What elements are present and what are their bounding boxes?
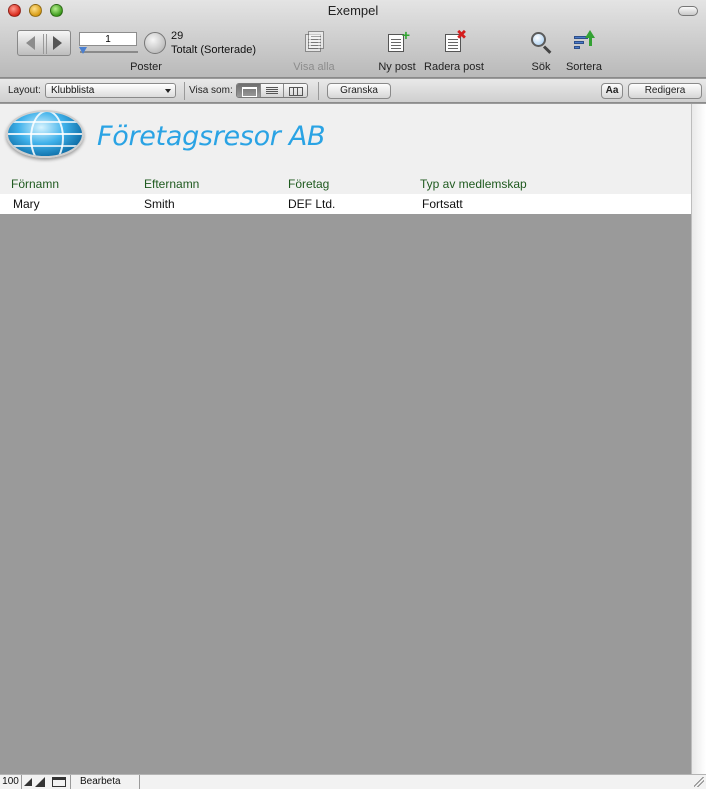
company-field[interactable]: DEF Ltd. bbox=[288, 197, 335, 211]
app-window: Exempel 29 Totalt (Sorterade) Poster Vis… bbox=[0, 0, 706, 789]
layout-bar: Layout: Klubblista Visa som: Granska Aa … bbox=[0, 79, 706, 103]
record-count: 29 bbox=[171, 30, 184, 42]
table-row[interactable]: Mary Smith DEF Ltd. Fortsatt bbox=[0, 194, 691, 214]
sort-status: Totalt (Sorterade) bbox=[171, 44, 256, 56]
window-title: Exempel bbox=[327, 3, 379, 18]
text-format-button[interactable]: Aa bbox=[601, 83, 623, 99]
next-record-icon[interactable] bbox=[53, 36, 62, 50]
toolbar: Exempel 29 Totalt (Sorterade) Poster Vis… bbox=[0, 0, 706, 78]
find-button[interactable]: Sök bbox=[527, 30, 555, 73]
mode-popup[interactable]: Bearbeta bbox=[70, 775, 140, 789]
layout-header: Företagsresor AB Förnamn Efternamn Föret… bbox=[0, 104, 691, 194]
zoom-in-icon[interactable] bbox=[35, 777, 45, 787]
record-slider-thumb[interactable] bbox=[79, 47, 87, 54]
view-mode-segmented-control[interactable] bbox=[236, 83, 308, 98]
zoom-out-icon[interactable] bbox=[24, 778, 32, 786]
delete-record-label: Radera post bbox=[424, 61, 484, 73]
column-header-last-name: Efternamn bbox=[144, 177, 200, 191]
book-spine-icon bbox=[43, 34, 47, 54]
new-record-label: Ny post bbox=[378, 61, 416, 73]
record-number-input[interactable] bbox=[79, 32, 137, 46]
record-book-navigator[interactable] bbox=[17, 30, 71, 56]
show-all-button[interactable]: Visa alla bbox=[290, 30, 338, 73]
divider bbox=[318, 82, 319, 100]
show-all-label: Visa alla bbox=[293, 61, 335, 73]
status-bar: 100 Bearbeta bbox=[0, 774, 706, 789]
toolbar-toggle-button[interactable] bbox=[678, 6, 698, 16]
company-title: Företagsresor AB bbox=[97, 121, 326, 152]
view-as-table-button[interactable] bbox=[284, 84, 307, 97]
last-name-field[interactable]: Smith bbox=[144, 197, 175, 211]
column-header-company: Företag bbox=[288, 177, 330, 191]
divider bbox=[184, 82, 185, 100]
search-icon bbox=[528, 30, 554, 56]
records-label: Poster bbox=[130, 61, 162, 73]
preview-button[interactable]: Granska bbox=[327, 83, 391, 99]
layout-select[interactable]: Klubblista bbox=[45, 83, 176, 98]
column-header-first-name: Förnamn bbox=[11, 177, 60, 191]
edit-layout-button[interactable]: Redigera bbox=[628, 83, 702, 99]
view-as-list-button[interactable] bbox=[260, 84, 285, 97]
layout-content-area: Företagsresor AB Förnamn Efternamn Föret… bbox=[0, 104, 691, 774]
resize-grip-icon[interactable] bbox=[694, 777, 704, 787]
vertical-scrollbar[interactable] bbox=[691, 104, 706, 774]
view-as-label: Visa som: bbox=[189, 85, 233, 96]
new-record-button[interactable]: + Ny post bbox=[374, 28, 420, 73]
new-record-icon: + bbox=[384, 28, 410, 56]
found-set-pie-icon bbox=[144, 32, 166, 54]
first-name-field[interactable]: Mary bbox=[13, 197, 40, 211]
find-label: Sök bbox=[531, 61, 551, 73]
layout-label: Layout: bbox=[8, 85, 41, 96]
status-toolbar-toggle-icon[interactable] bbox=[52, 777, 66, 787]
record-slider[interactable] bbox=[80, 51, 138, 53]
delete-record-button[interactable]: ✖ Radera post bbox=[423, 28, 485, 74]
column-header-membership: Typ av medlemskap bbox=[420, 177, 527, 191]
chevron-down-icon bbox=[165, 89, 171, 93]
sort-label: Sortera bbox=[565, 61, 603, 73]
globe-logo-icon bbox=[6, 110, 84, 158]
layout-select-value: Klubblista bbox=[51, 85, 95, 96]
view-as-form-button[interactable] bbox=[237, 84, 261, 97]
zoom-level[interactable]: 100 bbox=[0, 775, 22, 789]
membership-field[interactable]: Fortsatt bbox=[422, 197, 463, 211]
previous-record-icon[interactable] bbox=[26, 36, 35, 50]
show-all-icon bbox=[301, 30, 327, 56]
sort-icon bbox=[571, 30, 597, 56]
sort-button[interactable]: Sortera bbox=[563, 30, 605, 73]
delete-record-icon: ✖ bbox=[441, 28, 467, 56]
